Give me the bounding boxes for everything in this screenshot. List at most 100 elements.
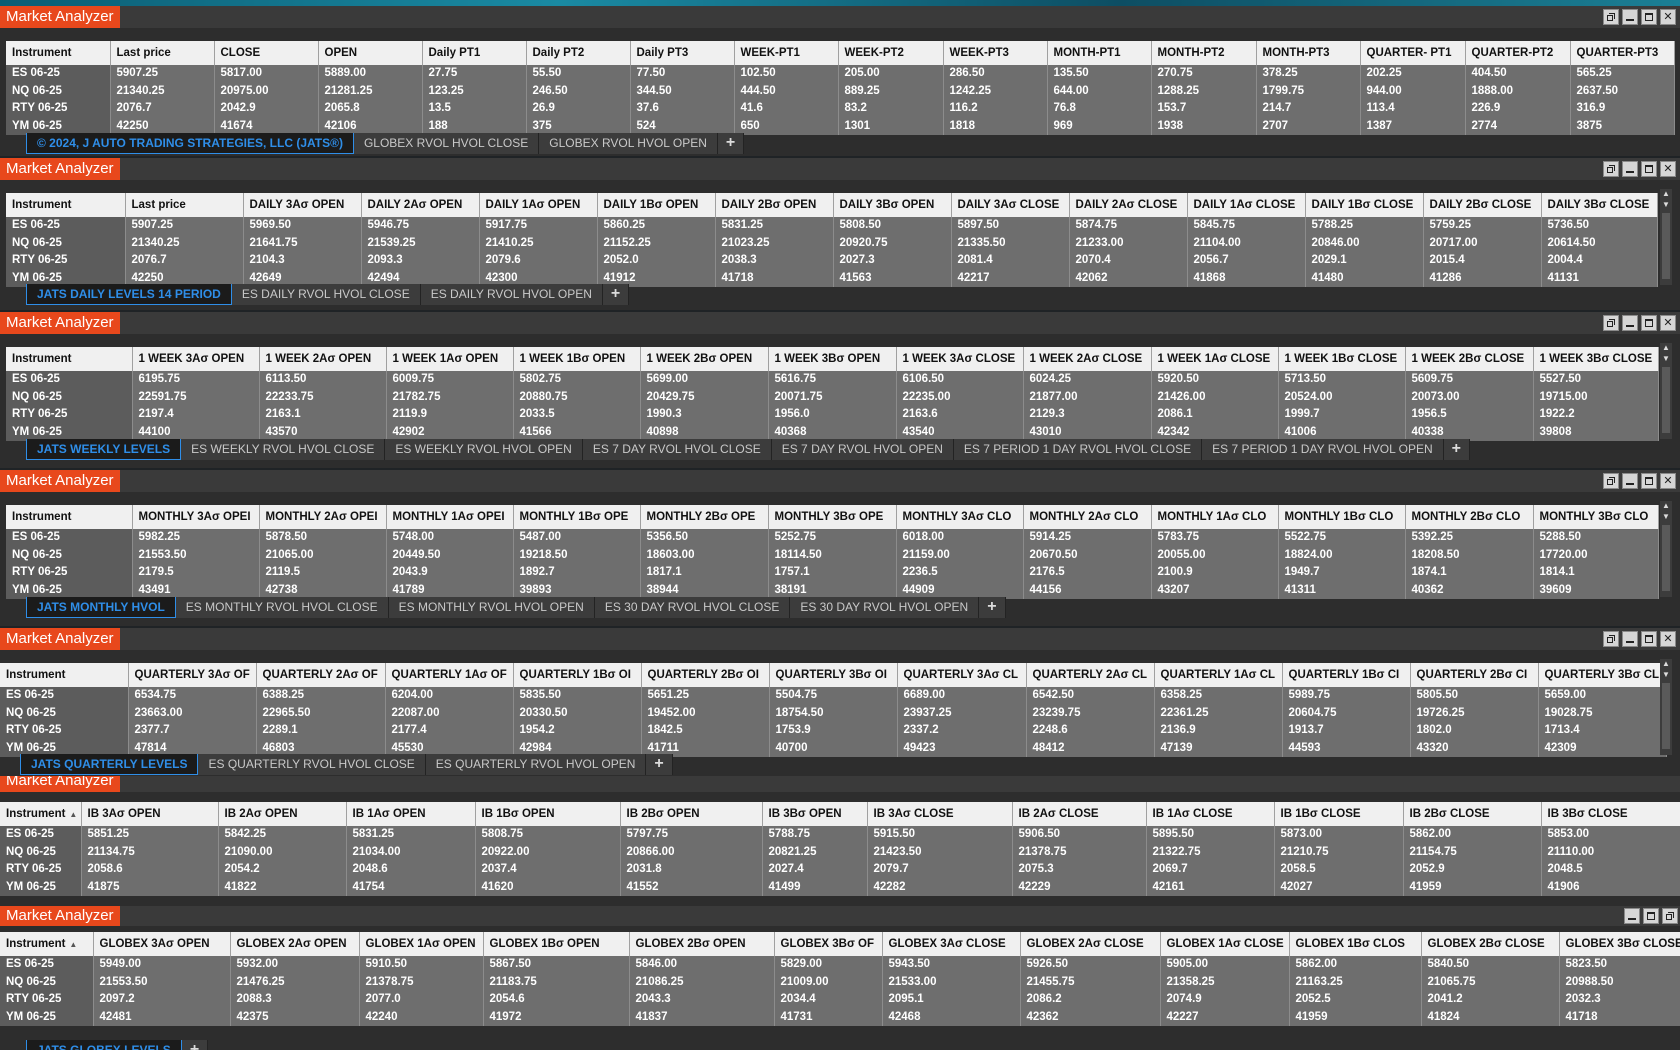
- table-row[interactable]: NQ 06-25 21553.50 21476.25 21378.75 21183.75…: [0, 973, 1680, 991]
- value-cell[interactable]: 21065.00: [259, 546, 387, 564]
- instrument-cell[interactable]: ES 06-25: [6, 371, 133, 389]
- table-row[interactable]: NQ 06-25 21340.25 21641.75 21539.25 21410.25…: [6, 234, 1658, 252]
- value-cell[interactable]: 2041.2: [1421, 991, 1560, 1009]
- value-cell[interactable]: 2015.4: [1423, 252, 1542, 270]
- value-cell[interactable]: 42375: [230, 1008, 360, 1026]
- value-cell[interactable]: 41718: [715, 269, 834, 287]
- value-cell[interactable]: 116.2: [943, 100, 1048, 118]
- table-row[interactable]: RTY 06-25 2076.7 2042.9 2065.8 13.5 26.9 37.6 4…: [6, 100, 1675, 118]
- value-cell[interactable]: 5829.00: [774, 956, 883, 974]
- value-cell[interactable]: 21154.75: [1403, 843, 1542, 861]
- column-header[interactable]: DAILY 3Bσ OPEN: [833, 193, 952, 217]
- value-cell[interactable]: 77.50: [630, 65, 735, 83]
- column-header[interactable]: MONTHLY 3Aσ CLO: [896, 505, 1024, 529]
- value-cell[interactable]: 20670.50: [1023, 546, 1152, 564]
- column-header[interactable]: CLOSE: [214, 41, 319, 65]
- value-cell[interactable]: 44593: [1282, 739, 1411, 757]
- value-cell[interactable]: 5699.00: [640, 371, 769, 389]
- value-cell[interactable]: 42282: [867, 878, 1013, 896]
- value-cell[interactable]: 316.9: [1570, 100, 1675, 118]
- column-header[interactable]: QUARTERLY 3Aσ CL: [897, 663, 1027, 687]
- column-header[interactable]: GLOBEX 3Aσ CLOSE: [882, 932, 1021, 956]
- scroll-thumb[interactable]: [1662, 367, 1670, 433]
- table-row[interactable]: NQ 06-25 22591.75 22233.75 21782.75 20880.75…: [6, 388, 1659, 406]
- restore-icon[interactable]: [1662, 908, 1678, 924]
- instrument-cell[interactable]: RTY 06-25: [6, 564, 133, 582]
- market-analyzer-window-4[interactable]: Market Analyzer InstrumentMONTHLY 3Aσ OP…: [0, 470, 1680, 626]
- column-header[interactable]: IB 2Bσ OPEN: [620, 802, 763, 826]
- value-cell[interactable]: 5802.75: [513, 371, 641, 389]
- value-cell[interactable]: 21423.50: [867, 843, 1013, 861]
- vertical-scrollbar[interactable]: ▲ ▼: [1660, 659, 1672, 755]
- value-cell[interactable]: 18114.50: [768, 546, 897, 564]
- column-header[interactable]: MONTHLY 1Bσ CLO: [1278, 505, 1406, 529]
- value-cell[interactable]: 21183.75: [483, 973, 630, 991]
- value-cell[interactable]: 37.6: [630, 100, 735, 118]
- value-cell[interactable]: 21210.75: [1274, 843, 1404, 861]
- value-cell[interactable]: 5914.25: [1023, 529, 1152, 547]
- value-cell[interactable]: 21233.00: [1069, 234, 1188, 252]
- add-tab-icon[interactable]: +: [1443, 439, 1470, 460]
- value-cell[interactable]: 21281.25: [318, 82, 423, 100]
- value-cell[interactable]: 1301: [838, 117, 944, 135]
- value-cell[interactable]: 202.25: [1360, 65, 1466, 83]
- value-cell[interactable]: 102.50: [734, 65, 839, 83]
- value-cell[interactable]: 2100.9: [1151, 564, 1279, 582]
- value-cell[interactable]: 5851.25: [81, 826, 219, 844]
- value-cell[interactable]: 42161: [1146, 878, 1275, 896]
- value-cell[interactable]: 1757.1: [768, 564, 897, 582]
- column-header[interactable]: QUARTER-PT2: [1465, 41, 1571, 65]
- workspace-tab[interactable]: ES 7 PERIOD 1 DAY RVOL HVOL OPEN: [1202, 439, 1444, 460]
- value-cell[interactable]: 2236.5: [896, 564, 1024, 582]
- instrument-cell[interactable]: ES 06-25: [0, 956, 94, 974]
- column-header[interactable]: MONTHLY 3Bσ CLO: [1533, 505, 1659, 529]
- value-cell[interactable]: 41959: [1289, 1008, 1422, 1026]
- value-cell[interactable]: 41822: [218, 878, 347, 896]
- value-cell[interactable]: 5897.50: [951, 217, 1070, 235]
- column-header[interactable]: IB 1Bσ OPEN: [475, 802, 621, 826]
- scroll-thumb[interactable]: [1662, 683, 1670, 749]
- value-cell[interactable]: 21553.50: [93, 973, 231, 991]
- value-cell[interactable]: 1949.7: [1278, 564, 1406, 582]
- value-cell[interactable]: 2086.2: [1020, 991, 1161, 1009]
- value-cell[interactable]: 2048.5: [1541, 861, 1680, 879]
- value-cell[interactable]: 5356.50: [640, 529, 769, 547]
- workspace-tab[interactable]: ES 30 DAY RVOL HVOL OPEN: [790, 597, 980, 618]
- value-cell[interactable]: 5907.25: [125, 217, 244, 235]
- value-cell[interactable]: 19218.50: [513, 546, 641, 564]
- column-header[interactable]: DAILY 3Aσ OPEN: [243, 193, 362, 217]
- value-cell[interactable]: 5846.00: [629, 956, 775, 974]
- minimize-icon[interactable]: [1622, 631, 1638, 647]
- value-cell[interactable]: 20071.75: [768, 388, 897, 406]
- maximize-icon[interactable]: [1641, 9, 1657, 25]
- value-cell[interactable]: 20846.00: [1305, 234, 1424, 252]
- value-cell[interactable]: 26.9: [526, 100, 631, 118]
- value-cell[interactable]: 41875: [81, 878, 219, 896]
- value-cell[interactable]: 21159.00: [896, 546, 1024, 564]
- value-cell[interactable]: 21134.75: [81, 843, 219, 861]
- workspace-tab[interactable]: JATS WEEKLY LEVELS: [26, 439, 182, 460]
- column-header[interactable]: IB 1Aσ CLOSE: [1146, 802, 1275, 826]
- value-cell[interactable]: 21426.00: [1151, 388, 1279, 406]
- column-header[interactable]: GLOBEX 2Aσ OPEN: [230, 932, 360, 956]
- value-cell[interactable]: 21410.25: [479, 234, 598, 252]
- value-cell[interactable]: 1892.7: [513, 564, 641, 582]
- column-header[interactable]: MONTH-PT2: [1151, 41, 1257, 65]
- workspace-tab[interactable]: ES QUARTERLY RVOL HVOL OPEN: [425, 754, 647, 775]
- value-cell[interactable]: 5808.75: [475, 826, 621, 844]
- value-cell[interactable]: 5989.75: [1282, 687, 1411, 705]
- value-cell[interactable]: 21090.00: [218, 843, 347, 861]
- value-cell[interactable]: 214.7: [1256, 100, 1361, 118]
- value-cell[interactable]: 6358.25: [1154, 687, 1283, 705]
- value-cell[interactable]: 20920.75: [833, 234, 952, 252]
- value-cell[interactable]: 20880.75: [513, 388, 641, 406]
- value-cell[interactable]: 13.5: [422, 100, 527, 118]
- value-cell[interactable]: 21553.50: [132, 546, 260, 564]
- value-cell[interactable]: 1713.4: [1538, 722, 1667, 740]
- column-header[interactable]: IB 2Aσ OPEN: [218, 802, 347, 826]
- value-cell[interactable]: 644.00: [1047, 82, 1152, 100]
- value-cell[interactable]: 20821.25: [762, 843, 868, 861]
- value-cell[interactable]: 286.50: [943, 65, 1048, 83]
- workspace-tab[interactable]: ES DAILY RVOL HVOL OPEN: [420, 284, 603, 305]
- column-header[interactable]: GLOBEX 3Bσ OF: [774, 932, 883, 956]
